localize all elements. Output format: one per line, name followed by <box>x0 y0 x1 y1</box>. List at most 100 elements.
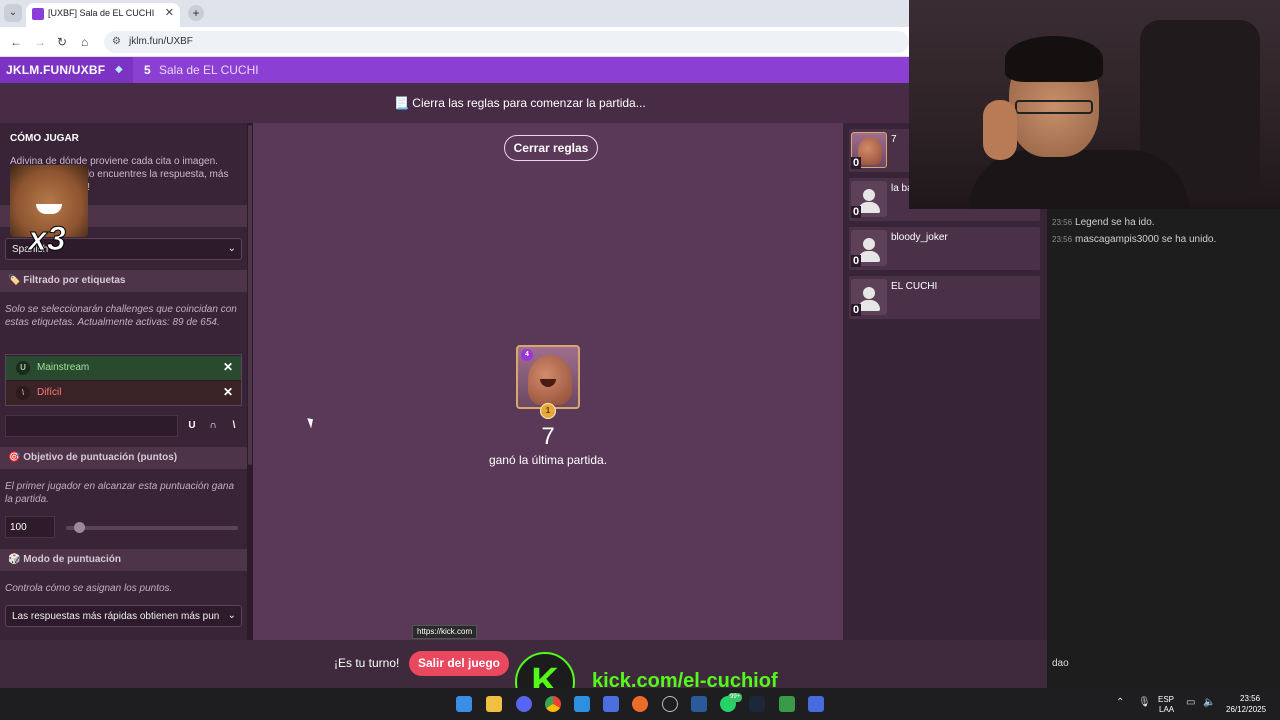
union-op-button[interactable]: U <box>184 418 200 434</box>
firefox-icon[interactable] <box>632 696 648 712</box>
remove-tag-icon[interactable]: ✕ <box>223 385 233 399</box>
gem-icon: ◆ <box>115 64 123 75</box>
scoring-mode-select[interactable]: Las respuestas más rápidas obtienen más … <box>5 605 242 627</box>
chat-message: 23:56 mascagampis3000 se ha unido. <box>1052 234 1216 245</box>
player-score: 0 <box>851 255 862 267</box>
player-score: 0 <box>851 206 862 218</box>
app-icon[interactable] <box>808 696 824 712</box>
level-badge: 4 <box>521 349 533 361</box>
language-indicator[interactable]: ESP <box>1158 695 1174 704</box>
back-arrow-icon[interactable]: ← <box>10 35 22 49</box>
network-icon[interactable]: ▭ <box>1186 697 1195 708</box>
player-card[interactable]: 0 bloody_joker <box>849 227 1040 270</box>
chat-timestamp: 23:56 <box>1052 218 1073 227</box>
language-variant: LAA <box>1159 705 1175 714</box>
browser-toolbar: ← → ↻ ⌂ ⚙ jklm.fun/UXBF <box>0 27 909 57</box>
chat-text: mascagampis3000 se ha unido. <box>1075 234 1217 245</box>
tags-desc: Solo se seleccionarán challenges que coi… <box>5 304 237 328</box>
start-menu-icon[interactable] <box>456 696 472 712</box>
room-player-count: 5 <box>144 63 151 77</box>
tab-title: [UXBF] Sala de EL CUCHI <box>48 8 155 18</box>
tag-row-dificil: \ Difícil ✕ <box>6 381 241 405</box>
browser-tab-bar: ⌄ [UXBF] Sala de EL CUCHI ✕ + <box>0 0 909 27</box>
tags-section-header: 🏷️ Filtrado por etiquetas <box>0 270 247 292</box>
chat-panel: 23:56 Legend se ha ido. 23:56 mascagampis3… <box>1047 209 1280 688</box>
remove-tag-icon[interactable]: ✕ <box>223 360 233 374</box>
chevron-down-icon: ⌄ <box>227 243 236 254</box>
chat-timestamp: 23:56 <box>1052 235 1073 244</box>
url-text: jklm.fun/UXBF <box>129 36 193 47</box>
tab-close-icon[interactable]: ✕ <box>165 6 174 19</box>
player-name: EL CUCHI <box>891 281 938 292</box>
score-section-title: 🎯 Objetivo de puntuación (puntos) <box>8 452 178 463</box>
tab-favicon-icon <box>32 8 44 20</box>
app-icon[interactable] <box>779 696 795 712</box>
tag-union-badge[interactable]: U <box>16 361 30 375</box>
scoring-mode-value: Las respuestas más rápidas obtienen más … <box>12 611 220 622</box>
site-logo-area[interactable]: JKLM.FUN/UXBF ◆ <box>0 57 133 83</box>
address-bar[interactable]: ⚙ jklm.fun/UXBF <box>104 31 909 53</box>
chrome-icon[interactable] <box>545 696 561 712</box>
mode-section-header: 🎲 Modo de puntuación <box>0 549 247 571</box>
leave-game-button[interactable]: Salir del juego <box>409 651 509 676</box>
tab-search-menu-icon[interactable]: ⌄ <box>4 4 22 22</box>
sidebar-scrollbar-thumb[interactable] <box>248 125 252 465</box>
app-icon[interactable] <box>691 696 707 712</box>
site-logo[interactable]: JKLM.FUN/UXBF <box>6 63 105 77</box>
score-desc: El primer jugador en alcanzar esta puntu… <box>5 481 235 505</box>
chat-message: 23:56 Legend se ha ido. <box>1052 217 1155 228</box>
score-goal-value: 100 <box>10 522 27 533</box>
site-info-icon[interactable]: ⚙ <box>112 36 121 47</box>
medal-icon: 1 <box>540 403 556 419</box>
clock-time[interactable]: 23:56 <box>1240 694 1260 703</box>
browser-tab[interactable]: [UXBF] Sala de EL CUCHI ✕ <box>26 3 180 27</box>
reload-icon[interactable]: ↻ <box>57 35 67 49</box>
chat-text: Legend se ha ido. <box>1075 217 1155 228</box>
close-rules-button[interactable]: Cerrar reglas <box>504 135 598 161</box>
steam-icon[interactable] <box>749 696 765 712</box>
bottom-bar: ¡Es tu turno! Salir del juego K kick.com… <box>0 640 1047 712</box>
site-header: JKLM.FUN/UXBF ◆ 5 Sala de EL CUCHI <box>0 57 909 83</box>
chevron-up-icon[interactable]: ⌃ <box>1116 697 1124 708</box>
new-tab-button[interactable]: + <box>188 5 204 21</box>
tag-label: Difícil <box>37 387 62 398</box>
score-slider-thumb[interactable] <box>74 522 86 533</box>
forward-arrow-icon[interactable]: → <box>34 35 46 49</box>
windows-taskbar: 99+ ⌃ 🎙 ESP LAA ▭ 🔈 23:56 26/12/2025 <box>0 688 1280 720</box>
notification-badge: 99+ <box>728 693 743 702</box>
chevron-down-icon: ⌄ <box>227 610 236 621</box>
winner-name: 7 <box>541 423 555 450</box>
tag-label: Mainstream <box>37 362 90 373</box>
home-icon[interactable]: ⌂ <box>81 35 88 49</box>
mouse-cursor-icon <box>307 416 316 429</box>
discord-icon[interactable] <box>516 696 532 712</box>
tag-search-input[interactable] <box>5 415 178 437</box>
score-goal-input[interactable]: 100 <box>5 516 55 538</box>
winner-message: ganó la última partida. <box>488 453 608 467</box>
score-section-header: 🎯 Objetivo de puntuación (puntos) <box>0 447 247 469</box>
obs-icon[interactable] <box>662 696 678 712</box>
chat-input[interactable]: dao <box>1052 658 1069 669</box>
intersection-op-button[interactable]: ∩ <box>205 418 221 434</box>
microphone-icon[interactable]: 🎙 <box>1138 697 1151 708</box>
meme-sticker: x3 <box>8 160 88 265</box>
player-score: 0 <box>851 157 862 169</box>
vscode-icon[interactable] <box>574 696 590 712</box>
file-explorer-icon[interactable] <box>486 696 502 712</box>
roblox-icon[interactable] <box>603 696 619 712</box>
score-slider-track[interactable] <box>66 526 238 530</box>
tag-row-mainstream: U Mainstream ✕ <box>6 356 241 380</box>
status-message: 📃 Cierra las reglas para comenzar la par… <box>394 96 646 110</box>
link-tooltip: https://kick.com <box>412 625 478 639</box>
tag-exclude-badge[interactable]: \ <box>16 386 30 400</box>
room-name: Sala de EL CUCHI <box>159 63 259 77</box>
player-card[interactable]: 0 EL CUCHI <box>849 276 1040 319</box>
clock-date: 26/12/2025 <box>1226 705 1267 714</box>
how-to-play-title: CÓMO JUGAR <box>10 133 79 144</box>
mode-section-title: 🎲 Modo de puntuación <box>8 554 121 565</box>
tags-section-title: 🏷️ Filtrado por etiquetas <box>8 275 126 286</box>
volume-icon[interactable]: 🔈 <box>1203 697 1215 708</box>
exclude-op-button[interactable]: \ <box>226 418 242 434</box>
your-turn-label: ¡Es tu turno! <box>334 656 400 670</box>
webcam-feed <box>909 0 1280 209</box>
